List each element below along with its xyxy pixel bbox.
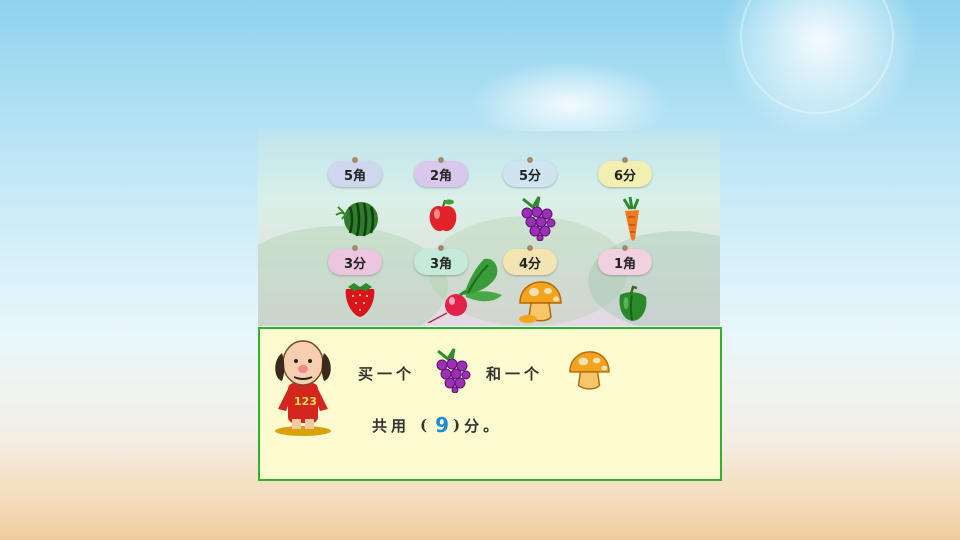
product-watermelon[interactable]: 5角 <box>328 157 418 251</box>
watermelon-icon <box>335 202 378 237</box>
product-strawberry[interactable]: 3分 <box>328 245 418 326</box>
question-box: 123 买一个 和一个 共用 ( 9 ) 分。 <box>258 327 722 481</box>
product-grapes[interactable]: 5分 <box>503 157 593 251</box>
price-tag: 4分 <box>503 245 557 275</box>
price-tag: 2角 <box>414 157 468 187</box>
and-one-text: 和一个 <box>486 365 544 383</box>
price-tag: 5角 <box>328 157 382 187</box>
green-pepper-icon <box>619 285 647 321</box>
product-mushroom[interactable]: 4分 <box>503 245 593 326</box>
carrot-icon <box>622 196 640 241</box>
mushroom-icon <box>569 351 610 390</box>
product-green-pepper[interactable]: 1角 <box>598 245 688 326</box>
price-tag: 3分 <box>328 245 382 275</box>
price-tag: 1角 <box>598 245 652 275</box>
strawberry-icon <box>345 283 375 317</box>
teacher-character-icon: 123 <box>275 340 331 436</box>
total-prefix-text: 共用 <box>372 416 411 435</box>
unit-suffix-text: 分。 <box>464 416 503 435</box>
close-paren: ) <box>453 416 465 434</box>
price-panel: 5角 2角 5分 6分 3分 3角 4分 1角 <box>258 131 720 326</box>
question-line-1: 买一个 <box>358 363 415 384</box>
question-line-2: 共用 ( 9 ) 分。 <box>372 413 502 437</box>
answer-value[interactable]: 9 <box>435 413 449 437</box>
radish-icon <box>427 258 502 323</box>
open-paren: ( <box>420 416 432 434</box>
product-apple[interactable]: 2角 <box>414 157 504 251</box>
buy-one-text: 买一个 <box>358 365 416 383</box>
grapes-icon <box>521 196 556 241</box>
shirt-number: 123 <box>294 395 317 408</box>
grapes-icon <box>436 348 471 393</box>
apple-icon <box>429 199 457 232</box>
product-carrot[interactable]: 6分 <box>598 157 688 251</box>
product-radish[interactable]: 3角 <box>414 245 504 326</box>
mushroom-icon <box>519 281 562 323</box>
price-tag: 5分 <box>503 157 557 187</box>
price-tag: 6分 <box>598 157 652 187</box>
